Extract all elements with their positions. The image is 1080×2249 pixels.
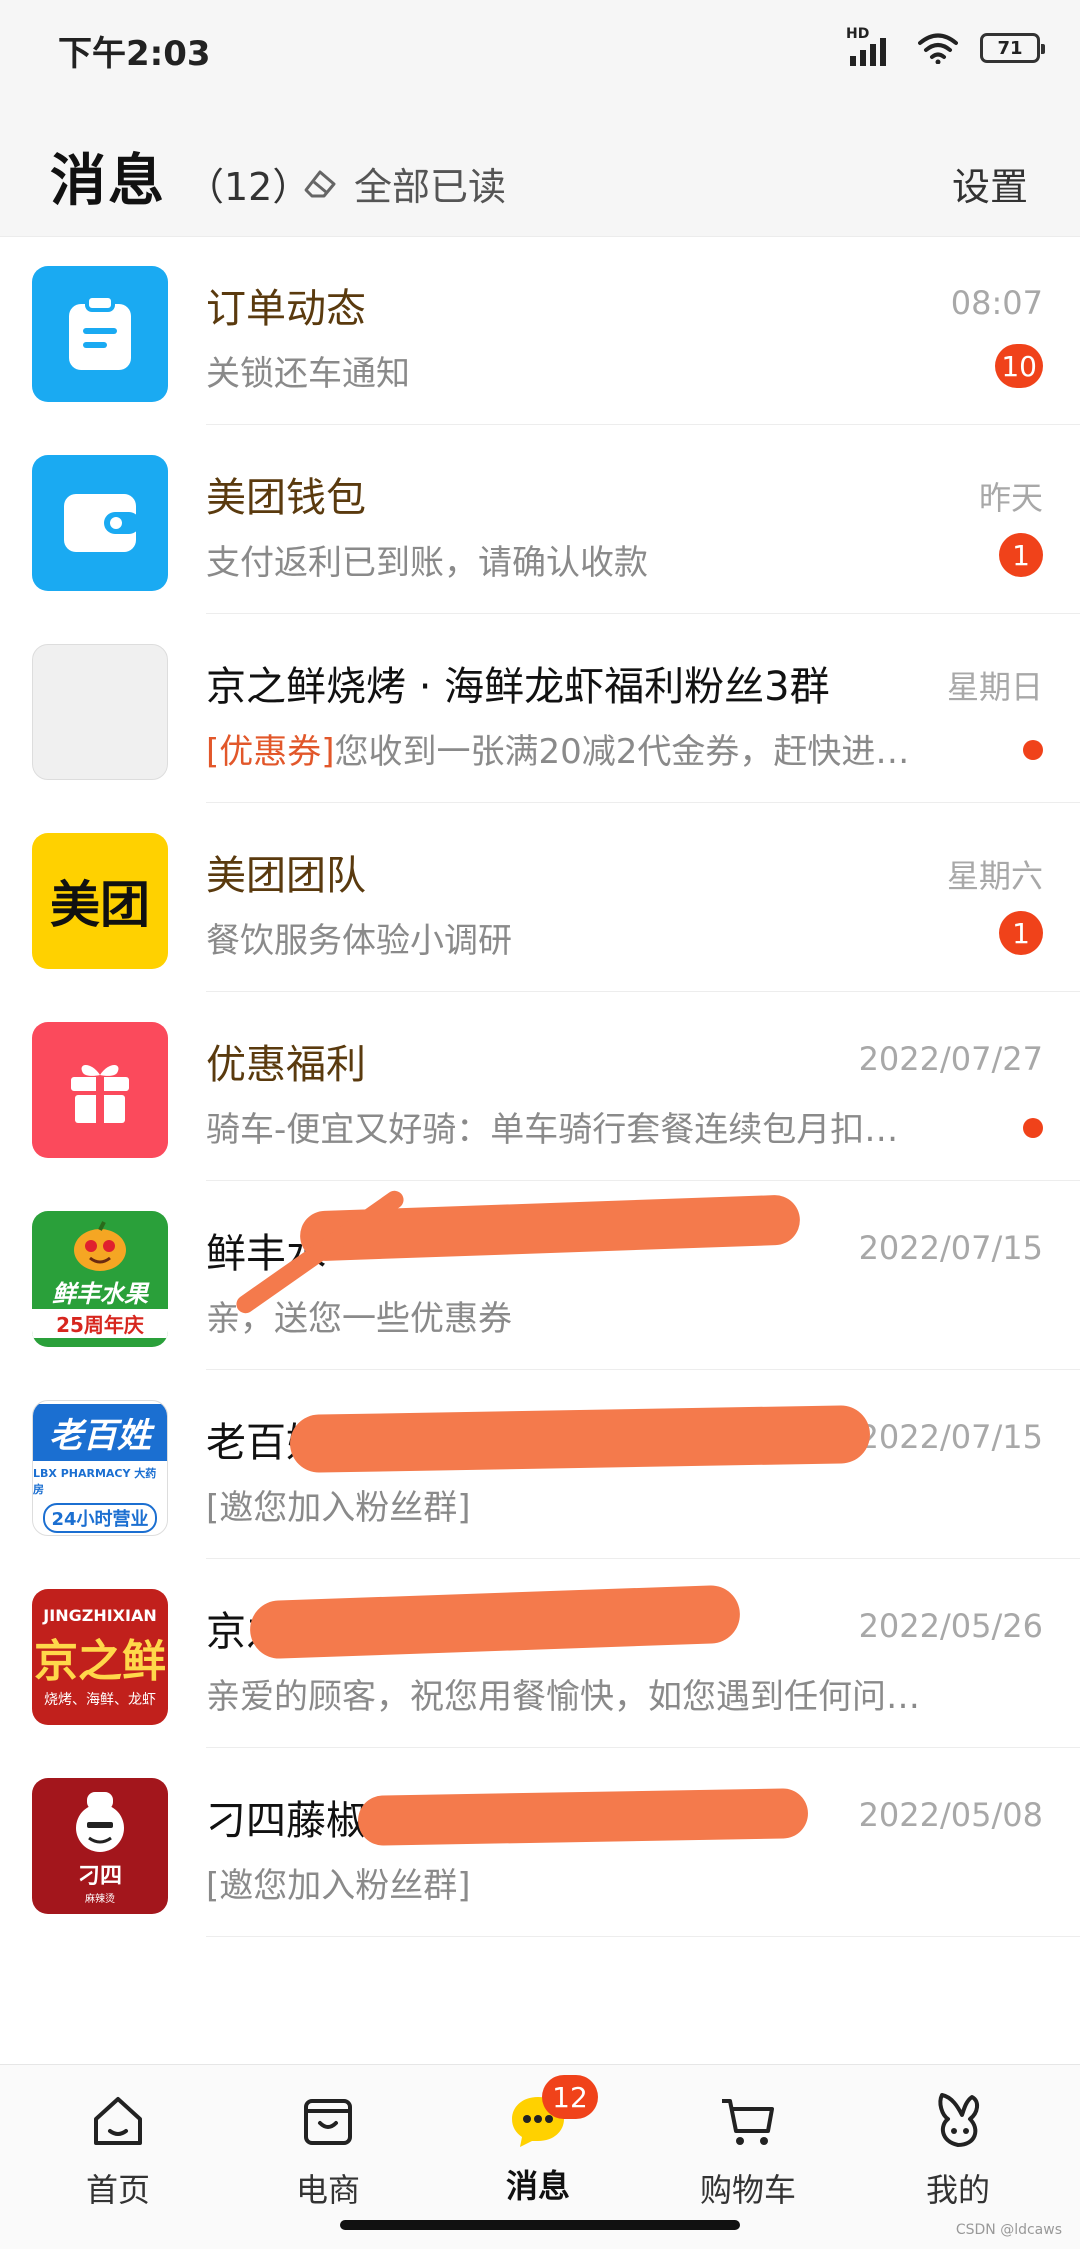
conversation-time: 08:07 — [950, 284, 1043, 322]
conversation-name: 优惠福利 — [206, 1042, 366, 1088]
group-avatar-grid — [32, 644, 168, 780]
conversation-preview: 亲爱的顾客，祝您用餐愉快，如您遇到任何问… — [206, 1677, 920, 1717]
conversation-name: 订单动态 — [206, 286, 366, 332]
logo-text: 美团 — [50, 876, 150, 934]
mark-all-read-button[interactable]: 全部已读 — [300, 156, 506, 211]
conversation-time: 2022/05/26 — [858, 1607, 1043, 1645]
conversation-time: 星期六 — [946, 857, 1043, 895]
wallet-icon — [64, 494, 140, 552]
page-title: 消息 — [50, 149, 166, 214]
logo-text: 鲜丰水果 — [52, 1280, 148, 1308]
cart-icon — [722, 2099, 774, 2145]
logo-text: 京之鲜 — [34, 1635, 166, 1687]
tab-profile[interactable]: 我的 — [878, 2081, 1038, 2211]
logo-midtext: LBX PHARMACY 大药房 — [33, 1466, 157, 1496]
conversation-preview: 支付返利已到账，请确认收款 — [206, 543, 648, 583]
unread-badge: 10 — [995, 344, 1043, 388]
conversation-row-laobaixing[interactable]: 老百姓 LBX PHARMACY 大药房 24小时营业 老百姓大药 2022/0… — [0, 1370, 1080, 1559]
conversation-time: 2022/05/08 — [858, 1796, 1043, 1834]
tab-label: 购物车 — [699, 2171, 796, 2209]
home-icon — [94, 2097, 142, 2145]
logo-subtext: 麻辣烫 — [85, 1893, 115, 1905]
status-bar: 下午2:03 HD 71 — [0, 0, 1080, 100]
conversation-row-diaosi[interactable]: 刁四 麻辣烫 刁四藤椒麻辣烫 2022/05/08 [邀您加入粉丝群] — [0, 1748, 1080, 1937]
logo-toptext: JINGZHIXIAN — [43, 1605, 157, 1625]
conversation-preview: [优惠券]您收到一张满20减2代金券，赶快进… — [206, 724, 909, 773]
conversation-time: 2022/07/15 — [858, 1418, 1043, 1456]
status-time: 下午2:03 — [58, 34, 211, 74]
logo-text: 老百姓 — [33, 1403, 167, 1461]
coupon-tag: [优惠券] — [206, 732, 335, 772]
conversation-preview: 骑车-便宜又好骑：单车骑行套餐连续包月扣… — [206, 1110, 899, 1150]
conversation-time: 星期日 — [946, 668, 1043, 706]
shopping-bag-icon — [304, 2099, 352, 2145]
xianfeng-logo: 鲜丰水果 25周年庆 — [32, 1211, 168, 1347]
unread-count: （12） — [186, 165, 311, 209]
chef-face-icon — [76, 1791, 124, 1852]
unread-dot — [1023, 1118, 1043, 1138]
conversation-preview: [邀您加入粉丝群] — [206, 1866, 471, 1906]
unread-badge: 1 — [999, 533, 1043, 577]
conversation-preview: 餐饮服务体验小调研 — [206, 921, 512, 961]
redaction-mark — [289, 1404, 871, 1474]
tab-messages[interactable]: 12 消息 — [458, 2075, 618, 2211]
tab-cart[interactable]: 购物车 — [668, 2081, 828, 2211]
wallet-avatar — [32, 455, 168, 591]
redaction-mark — [357, 1788, 809, 1846]
conversation-name: 京之鲜烧烤 · 海鲜龙虾福利粉丝3群 — [206, 664, 830, 710]
mark-all-read-label: 全部已读 — [354, 165, 507, 209]
logo-subtext: 25周年庆 — [32, 1309, 168, 1338]
status-icons: HD 71 — [846, 26, 1045, 68]
conversation-row-jingzhixian[interactable]: JINGZHIXIAN 京之鲜 烧烤、海鲜、龙虾 京之鲜 2022/05/26 … — [0, 1559, 1080, 1748]
messages-badge: 12 — [542, 2075, 598, 2119]
laobaixing-logo: 老百姓 LBX PHARMACY 大药房 24小时营业 — [32, 1400, 168, 1536]
home-indicator[interactable] — [340, 2220, 740, 2230]
unread-badge: 1 — [999, 911, 1043, 955]
signal-icon: HD — [846, 26, 896, 66]
conversation-time: 昨天 — [978, 479, 1043, 517]
apple-face-icon — [74, 1221, 126, 1271]
unread-dot — [1023, 740, 1043, 760]
clipboard-icon — [69, 294, 131, 370]
conversation-time: 2022/07/27 — [858, 1040, 1043, 1078]
rabbit-icon — [938, 2093, 979, 2147]
battery-icon: 71 — [980, 33, 1045, 63]
logo-text: 刁四 — [77, 1863, 122, 1889]
row-divider — [206, 1936, 1080, 1937]
conversation-row-group[interactable]: 京之鲜烧烤 · 海鲜龙虾福利粉丝3群 星期日 [优惠券]您收到一张满20减2代金… — [0, 614, 1080, 803]
conversation-row-wallet[interactable]: 美团钱包 昨天 支付返利已到账，请确认收款 1 — [0, 425, 1080, 614]
tab-ecommerce[interactable]: 电商 — [248, 2081, 408, 2211]
tab-label: 电商 — [295, 2171, 360, 2209]
benefits-avatar — [32, 1022, 168, 1158]
watermark: CSDN @ldcaws — [955, 2222, 1062, 2238]
preview-text: 您收到一张满20减2代金券，赶快进… — [334, 732, 910, 772]
tab-label: 消息 — [505, 2167, 570, 2205]
page-header: 消息 （12） 全部已读 设置 — [0, 100, 1080, 237]
tab-label: 我的 — [925, 2171, 990, 2209]
conversation-preview: 关锁还车通知 — [206, 354, 410, 394]
redaction-mark — [249, 1584, 741, 1660]
conversation-row-xianfeng[interactable]: 鲜丰水果 25周年庆 鲜丰水 2022/07/15 亲，送您一些优惠券 — [0, 1181, 1080, 1370]
conversation-name: 美团团队 — [206, 853, 366, 899]
conversation-preview: [邀您加入粉丝群] — [206, 1488, 471, 1528]
conversation-row-benefits[interactable]: 优惠福利 2022/07/27 骑车-便宜又好骑：单车骑行套餐连续包月扣… — [0, 992, 1080, 1181]
settings-button[interactable]: 设置 — [952, 156, 1028, 211]
tab-home[interactable]: 首页 — [38, 2081, 198, 2211]
wifi-icon — [918, 33, 958, 64]
conversation-row-order[interactable]: 订单动态 08:07 关锁还车通知 10 — [0, 236, 1080, 425]
conversation-row-meituan-team[interactable]: 美团 美团团队 星期六 餐饮服务体验小调研 1 — [0, 803, 1080, 992]
meituan-logo: 美团 — [32, 833, 168, 969]
jingzhixian-logo: JINGZHIXIAN 京之鲜 烧烤、海鲜、龙虾 — [32, 1589, 168, 1725]
message-icon: 12 — [508, 2075, 598, 2151]
diaosi-logo: 刁四 麻辣烫 — [32, 1778, 168, 1914]
tab-label: 首页 — [85, 2171, 150, 2209]
order-avatar — [32, 266, 168, 402]
eraser-icon — [304, 170, 336, 197]
logo-subtext: 烧烤、海鲜、龙虾 — [44, 1691, 156, 1708]
gift-icon — [71, 1065, 129, 1123]
conversation-time: 2022/07/15 — [858, 1229, 1043, 1267]
logo-subtext: 24小时营业 — [43, 1502, 157, 1533]
conversation-name: 美团钱包 — [206, 475, 366, 521]
